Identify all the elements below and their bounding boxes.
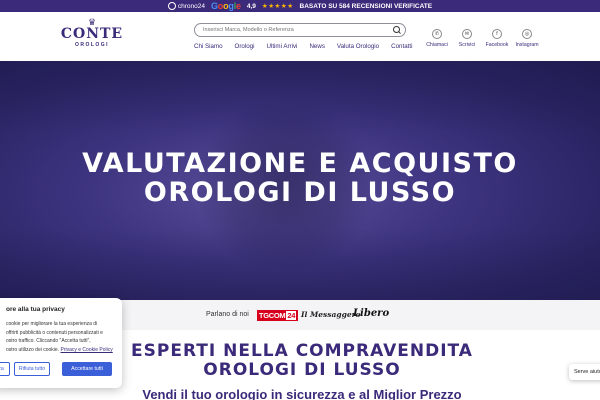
contact-chiamaci[interactable]: ✆ Chiamaci	[426, 29, 448, 48]
cookie-banner: ore alla tua privacy cookie per migliora…	[0, 298, 122, 388]
top-review-bar[interactable]: chrono24 Google 4,9 ★★★★★ BASATO SU 584 …	[0, 0, 600, 12]
phone-icon: ✆	[432, 29, 442, 39]
press-label: Parlano di noi	[206, 311, 249, 318]
page: chrono24 Google 4,9 ★★★★★ BASATO SU 584 …	[0, 0, 600, 400]
section-title-line1: ESPERTI NELLA COMPRAVENDITA	[131, 341, 473, 361]
conte-logo[interactable]: ♛ CONTE OROLOGI	[60, 18, 124, 58]
hero-banner: VALUTAZIONE E ACQUISTO OROLOGI DI LUSSO	[0, 61, 600, 300]
nav-item-chi-siamo[interactable]: Chi Siamo	[194, 43, 223, 50]
nav-item-valuta-orologio[interactable]: Valuta Orologio	[337, 43, 379, 50]
contact-label: Facebook	[485, 42, 509, 48]
contact-links: ✆ Chiamaci ✉ Scrivici f Facebook ◎ Insta…	[426, 29, 539, 48]
cookie-title: ore alla tua privacy	[6, 306, 65, 313]
section-title: ESPERTI NELLA COMPRAVENDITA OROLOGI DI L…	[84, 342, 520, 380]
instagram-icon: ◎	[522, 29, 532, 39]
cookie-body-line: offrirti pubblicità o contenuti personal…	[6, 329, 103, 336]
help-chat-button[interactable]: Serve aiuto?	[569, 364, 600, 380]
chrono24-label: chrono24	[177, 2, 205, 10]
cookie-buttons: za Rifiuta tutto Accettare tutti	[0, 362, 122, 378]
privacy-policy-link[interactable]: Privacy e Cookie Policy	[60, 347, 112, 353]
search-input[interactable]	[203, 27, 393, 33]
nav-item-news[interactable]: News	[309, 43, 324, 50]
customize-button[interactable]: za	[0, 362, 10, 376]
messaggero-logo[interactable]: Il Messaggero	[301, 310, 361, 319]
reviews-count-text: BASATO SU 584 RECENSIONI VERIFICATE	[299, 2, 433, 10]
libero-logo[interactable]: Libero	[353, 308, 389, 319]
search-bar[interactable]	[194, 23, 406, 37]
chrono24-icon	[167, 2, 176, 10]
logo-brand: CONTE	[60, 26, 124, 42]
contact-label: Instagram	[515, 42, 539, 48]
hero-title: VALUTAZIONE E ACQUISTO OROLOGI DI LUSSO	[0, 149, 600, 207]
cookie-body-line: cookie per migliorare la tua esperienza …	[6, 321, 98, 327]
cookie-body-line: ostro utilizzo dei cookie.	[6, 346, 60, 353]
tgcom24-logo[interactable]: TGCOM 24	[257, 310, 298, 321]
reject-all-button[interactable]: Rifiuta tutto	[14, 362, 50, 376]
nav-item-orologi[interactable]: Orologi	[235, 43, 255, 50]
site-header: ♛ CONTE OROLOGI Chi Siamo Orologi Ultimi…	[0, 12, 600, 61]
nav-item-ultimi-arrivi[interactable]: Ultimi Arrivi	[267, 43, 298, 50]
hero-title-line1: VALUTAZIONE E ACQUISTO	[82, 148, 518, 179]
cookie-body: cookie per migliorare la tua esperienza …	[6, 320, 114, 354]
section-subtitle: Vendi il tuo orologio in sicurezza e al …	[142, 387, 462, 400]
rating-value: 4,9	[246, 2, 256, 10]
accept-all-button[interactable]: Accettare tutti	[62, 362, 112, 376]
google-logo: Google	[210, 1, 241, 11]
cookie-body-line: ostro traffico. Cliccando "Accetta tutti…	[6, 338, 91, 345]
chrono24-badge: chrono24	[167, 2, 205, 10]
hero-title-line2: OROLOGI DI LUSSO	[143, 177, 457, 208]
contact-label: Chiamaci	[426, 42, 448, 48]
mail-icon: ✉	[462, 29, 472, 39]
logo-sub: OROLOGI	[74, 42, 110, 48]
section-title-line2: OROLOGI DI LUSSO	[203, 360, 401, 380]
search-icon[interactable]	[393, 26, 401, 34]
contact-label: Scrivici	[458, 42, 476, 48]
tgcom-num: 24	[286, 311, 297, 320]
rating-stars-icon: ★★★★★	[261, 3, 294, 10]
nav-item-contatti[interactable]: Contatti	[391, 43, 412, 50]
main-nav: Chi Siamo Orologi Ultimi Arrivi News Val…	[194, 43, 424, 50]
contact-facebook[interactable]: f Facebook	[486, 29, 508, 48]
tgcom-text: TGCOM	[258, 311, 286, 320]
contact-scrivici[interactable]: ✉ Scrivici	[456, 29, 478, 48]
facebook-icon: f	[492, 29, 502, 39]
contact-instagram[interactable]: ◎ Instagram	[515, 29, 539, 48]
